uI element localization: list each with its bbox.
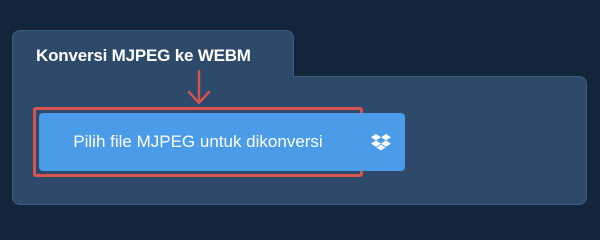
- tab-panel-seam: [13, 74, 293, 80]
- dropbox-button[interactable]: [357, 113, 405, 171]
- dropbox-icon: [371, 134, 391, 151]
- choose-file-label: Pilih file MJPEG untuk dikonversi: [73, 132, 323, 151]
- converter-title: Konversi MJPEG ke WEBM: [36, 46, 251, 65]
- choose-file-button[interactable]: Pilih file MJPEG untuk dikonversi: [39, 113, 357, 171]
- down-arrow-icon: [187, 70, 211, 105]
